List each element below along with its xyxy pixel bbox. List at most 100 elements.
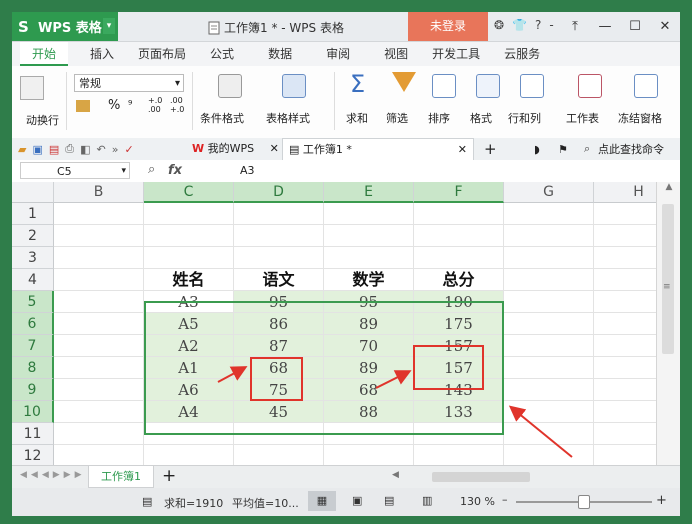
tab-insert[interactable]: 插入 (78, 42, 126, 66)
skin-icon[interactable]: ❂ (494, 18, 504, 32)
document-tab[interactable]: ▤ 工作簿1 * ✕ (282, 138, 474, 160)
save-icon[interactable]: ▣ (32, 143, 42, 156)
sum-icon[interactable]: Σ (350, 70, 365, 98)
spreadsheet-grid[interactable]: BCDEFGH 1 2 3 4 5 6 7 8 9 10 11 12 姓名 语文 数学 总分 A3 95 95 19… (12, 182, 656, 465)
print-icon[interactable]: ⎙ (65, 142, 74, 156)
new-tab-button[interactable]: + (478, 138, 503, 160)
horizontal-scrollbar-thumb[interactable] (432, 472, 530, 482)
search-icon[interactable]: ⌕ (584, 142, 590, 156)
preview-icon[interactable]: ◧ (80, 143, 90, 156)
rows-columns-icon[interactable] (520, 74, 544, 98)
freeze-panes-icon[interactable] (634, 74, 658, 98)
doc-icon[interactable]: ◗ (534, 143, 540, 156)
vertical-scrollbar[interactable]: ▲ ≡ (656, 182, 680, 465)
app-name: WPS 表格 (38, 21, 102, 36)
spreadsheet-file-icon (208, 21, 220, 34)
more-icon[interactable]: » (112, 143, 119, 156)
percent-button[interactable]: % (108, 98, 120, 113)
menu-tabs: 开始 插入 页面布局 公式 数据 审阅 视图 开发工具 云服务 (12, 42, 680, 66)
scroll-up-icon[interactable]: ▲ (657, 182, 680, 192)
tab-view[interactable]: 视图 (372, 42, 420, 66)
arrow-icon (375, 370, 412, 389)
close-icon[interactable]: ✕ (270, 142, 279, 155)
reading-mode-icon[interactable]: ▥ (422, 494, 432, 507)
open-folder-icon[interactable]: ▰ (18, 143, 26, 156)
sum-button[interactable]: 求和 (346, 110, 368, 126)
my-wps-tab[interactable]: W 我的WPS ✕ (186, 138, 285, 160)
document-title: 工作簿1 * - WPS 表格 (224, 21, 344, 35)
ribbon-divider (192, 72, 193, 130)
ribbon-divider (66, 72, 67, 130)
restore-icon[interactable]: ⤒ (560, 12, 590, 41)
document-tab-label: 工作簿1 * (302, 143, 352, 156)
worksheet-button[interactable]: 工作表 (566, 110, 599, 126)
decrease-decimal-button[interactable]: .00 +.0 (170, 96, 192, 114)
tab-data[interactable]: 数据 (256, 42, 304, 66)
worksheet-icon[interactable] (578, 74, 602, 98)
table-style-button[interactable]: 表格样式 (266, 110, 310, 126)
filter-icon[interactable] (392, 72, 416, 92)
conditional-format-button[interactable]: 条件格式 (200, 110, 244, 126)
scrollbar-thumb[interactable] (662, 204, 674, 354)
number-format-combo[interactable]: 常规 (74, 74, 184, 93)
maximize-button[interactable]: ☐ (620, 12, 650, 41)
add-sheet-button[interactable]: + (162, 466, 176, 486)
sheet-nav-icon[interactable]: ◀◀◀▶▶▶ (20, 470, 86, 480)
wrap-text-icon[interactable] (20, 76, 44, 100)
close-icon[interactable]: ✕ (458, 139, 467, 161)
sort-icon[interactable] (432, 74, 456, 98)
page-break-view-icon[interactable]: ▤ (384, 494, 394, 507)
minimize-button[interactable]: — (590, 12, 620, 41)
flag-icon[interactable]: ⚑ (558, 143, 568, 156)
app-menu-button[interactable]: S WPS 表格 ▾ (12, 12, 118, 41)
chevron-down-icon[interactable]: ▾ (103, 18, 115, 34)
tab-formulas[interactable]: 公式 (198, 42, 246, 66)
quick-access-bar: ▰ ▣ ▤ ⎙ ◧ ↶ » ✓ W 我的WPS ✕ ▤ 工作簿1 * ✕ + ◗… (12, 138, 680, 161)
zoom-slider-thumb[interactable] (578, 495, 590, 509)
zoom-search-icon[interactable]: ⌕ (148, 162, 155, 177)
zoom-out-button[interactable]: – (502, 493, 508, 506)
window-controls: ⤒ — ☐ ✕ (560, 12, 680, 41)
increase-decimal-button[interactable]: +.0 .00 (148, 96, 170, 114)
login-button[interactable]: 未登录 (408, 12, 488, 41)
currency-icon[interactable] (76, 100, 90, 112)
function-icon[interactable]: fx (168, 163, 182, 178)
status-bar: ▤ 求和=1910 平均值=10... ▦ ▣ ▤ ▥ 130 % – + (12, 488, 680, 516)
name-box[interactable]: C5 (20, 162, 130, 180)
format-icon[interactable] (476, 74, 500, 98)
shirt-icon[interactable]: 👕 (512, 18, 527, 32)
tab-review[interactable]: 审阅 (314, 42, 362, 66)
formula-input[interactable]: A3 (240, 164, 255, 177)
ribbon-divider (334, 72, 335, 130)
sheet-tab-active[interactable]: 工作簿1 (88, 466, 154, 488)
window-title: 工作簿1 * - WPS 表格 (208, 19, 344, 36)
sort-button[interactable]: 排序 (428, 110, 450, 126)
close-button[interactable]: ✕ (650, 12, 680, 41)
zoom-level[interactable]: 130 % (460, 495, 495, 508)
pin-icon[interactable]: ✓ (124, 143, 133, 156)
zoom-in-button[interactable]: + (656, 493, 667, 508)
pdf-icon[interactable]: ▤ (49, 143, 59, 156)
tab-cloud[interactable]: 云服务 (492, 42, 552, 66)
command-search[interactable]: 点此查找命令 (598, 141, 664, 157)
tab-developer[interactable]: 开发工具 (420, 42, 492, 66)
wps-w-icon: W (192, 142, 205, 155)
normal-view-icon[interactable]: ▦ (308, 491, 336, 511)
undo-icon[interactable]: ↶ (97, 143, 106, 156)
conditional-format-icon[interactable] (218, 74, 242, 98)
format-button[interactable]: 格式 (470, 110, 492, 126)
app-window: S WPS 表格 ▾ 工作簿1 * - WPS 表格 未登录 ❂ 👕 ? - ⤒… (12, 12, 680, 516)
minimize-ribbon-icon[interactable]: - (549, 18, 553, 32)
wrap-text-label[interactable]: 动换行 (26, 112, 59, 128)
filter-button[interactable]: 筛选 (386, 110, 408, 126)
page-layout-view-icon[interactable]: ▣ (352, 494, 362, 507)
status-sum: 求和=1910 (164, 497, 224, 510)
help-icon[interactable]: ? (535, 18, 541, 32)
rows-columns-button[interactable]: 行和列 (508, 110, 541, 126)
table-style-icon[interactable] (282, 74, 306, 98)
freeze-panes-button[interactable]: 冻结窗格 (618, 110, 662, 126)
tab-page-layout[interactable]: 页面布局 (126, 42, 198, 66)
thousands-button[interactable]: ⁹ (128, 98, 132, 111)
tab-home[interactable]: 开始 (20, 42, 69, 66)
scroll-left-icon[interactable]: ◀ (392, 470, 399, 480)
